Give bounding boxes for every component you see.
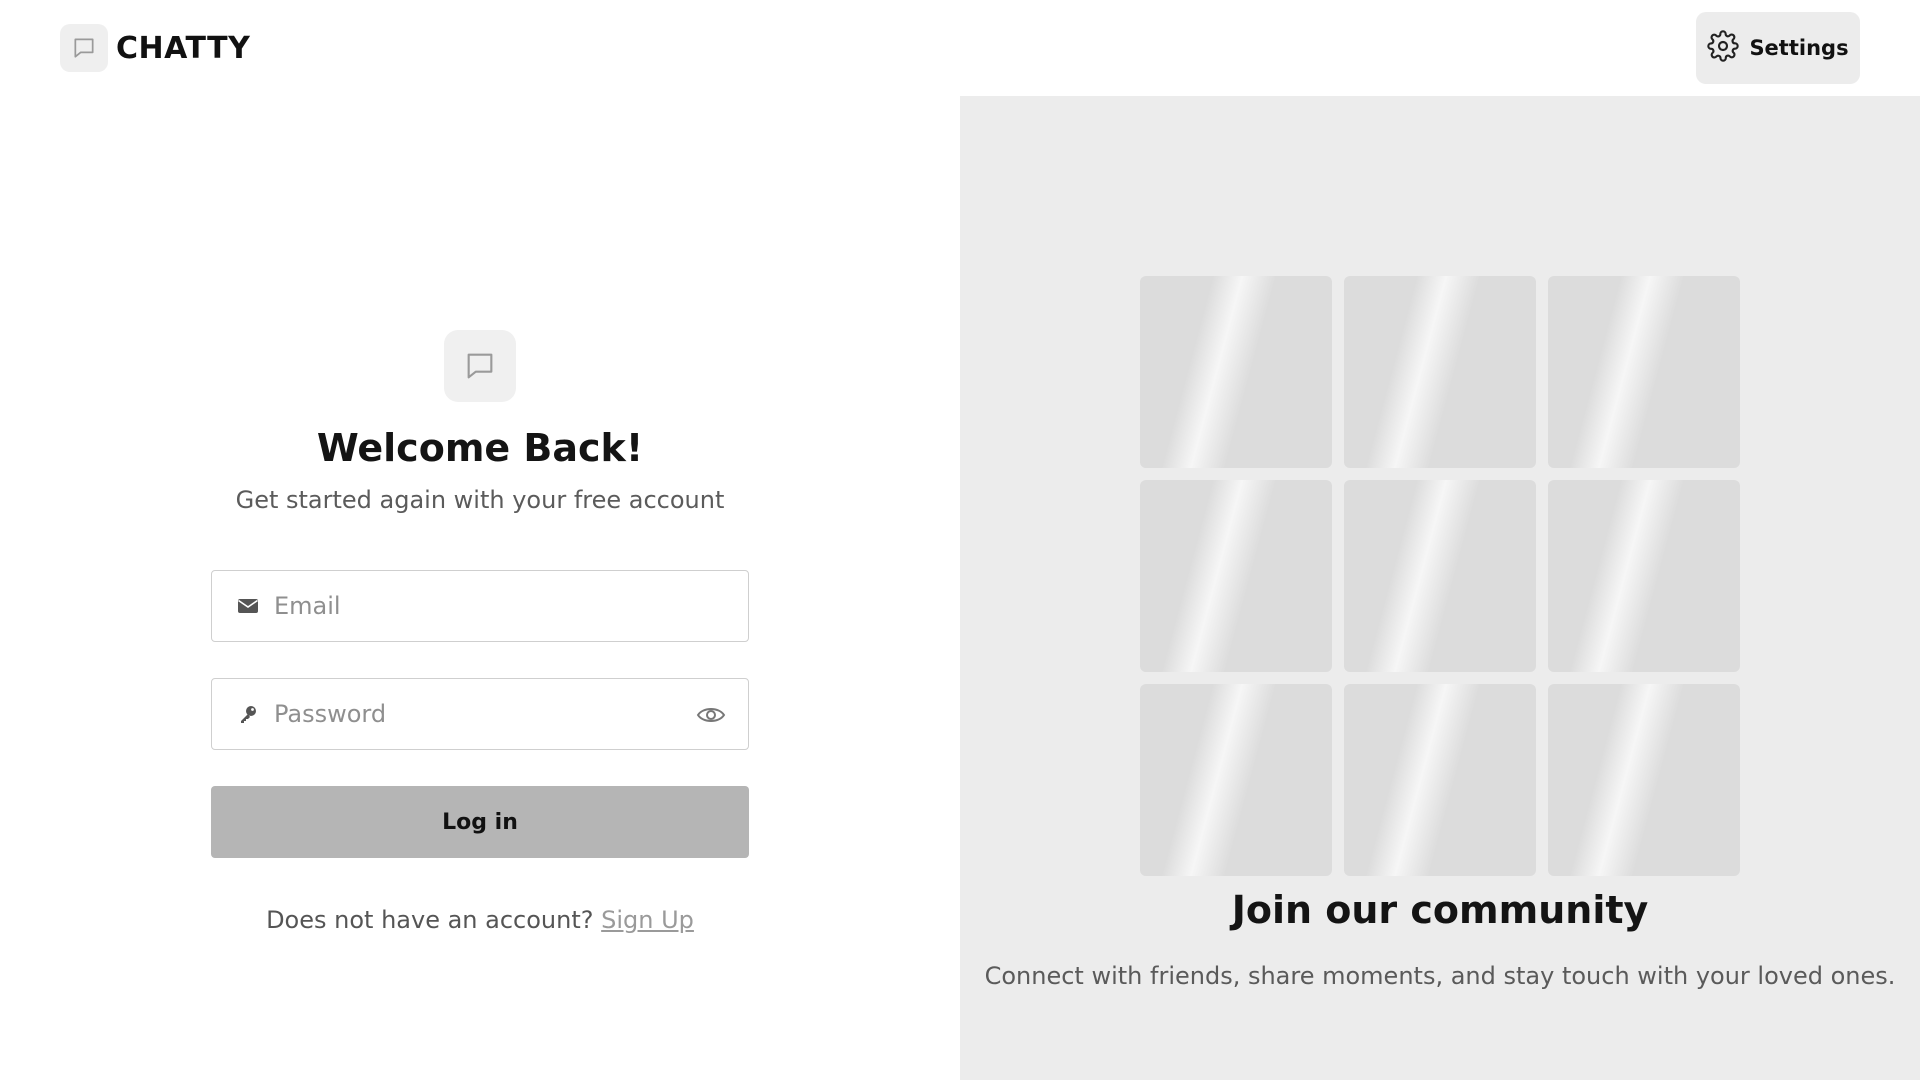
chat-bubble-icon <box>60 24 108 72</box>
email-input[interactable] <box>272 591 652 621</box>
envelope-icon <box>236 594 260 618</box>
settings-button[interactable]: Settings <box>1696 12 1860 84</box>
image-placeholder-tile <box>1140 276 1332 468</box>
image-placeholder-tile <box>1548 276 1740 468</box>
image-placeholder-tile <box>1140 480 1332 672</box>
community-description: Connect with friends, share moments, and… <box>984 962 1896 990</box>
image-placeholder-tile <box>1344 276 1536 468</box>
gear-icon <box>1707 29 1740 67</box>
signup-prompt: Does not have an account? <box>266 906 594 934</box>
settings-label: Settings <box>1749 36 1849 60</box>
image-placeholder-tile <box>1344 480 1536 672</box>
password-input[interactable] <box>272 699 652 729</box>
signup-row: Does not have an account? Sign Up <box>0 906 960 934</box>
key-icon <box>236 702 260 726</box>
page-title: Welcome Back! <box>316 426 644 470</box>
eye-icon[interactable] <box>696 701 726 729</box>
brand[interactable]: CHATTY <box>60 24 250 72</box>
email-field[interactable] <box>211 570 749 642</box>
brand-name: CHATTY <box>116 30 251 66</box>
image-placeholder-grid <box>1140 276 1740 876</box>
image-placeholder-tile <box>1344 684 1536 876</box>
community-title: Join our community <box>1231 888 1649 932</box>
login-panel: Welcome Back! Get started again with you… <box>0 96 960 1080</box>
top-header: CHATTY Settings <box>0 0 1920 96</box>
chat-bubble-icon <box>444 330 516 402</box>
community-panel: Join our community Connect with friends,… <box>960 96 1920 1080</box>
page-subtitle: Get started again with your free account <box>235 486 725 514</box>
image-placeholder-tile <box>1548 684 1740 876</box>
signup-link[interactable]: Sign Up <box>601 906 694 934</box>
image-placeholder-tile <box>1140 684 1332 876</box>
image-placeholder-tile <box>1548 480 1740 672</box>
password-field[interactable] <box>211 678 749 750</box>
login-button[interactable]: Log in <box>211 786 749 858</box>
